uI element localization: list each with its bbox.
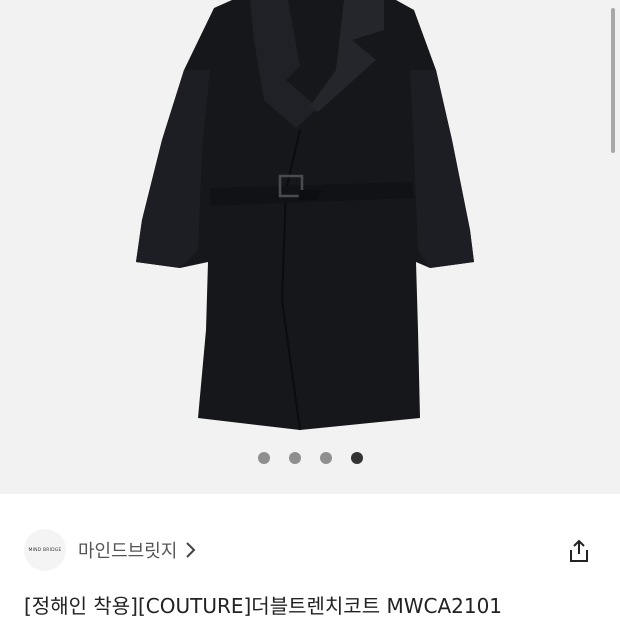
product-image-gallery[interactable]	[0, 0, 620, 494]
carousel-indicator	[0, 452, 620, 464]
carousel-dot-active[interactable]	[350, 452, 363, 464]
share-icon[interactable]	[566, 538, 592, 568]
carousel-dot[interactable]	[319, 452, 332, 464]
brand-logo[interactable]: MIND BRIDGE	[24, 529, 66, 571]
brand-row: MIND BRIDGE 마인드브릿지	[24, 528, 596, 572]
brand-name-link[interactable]: 마인드브릿지	[78, 537, 177, 563]
carousel-dot[interactable]	[257, 452, 270, 464]
brand-logo-text: MIND BRIDGE	[28, 547, 62, 553]
scrollbar[interactable]	[611, 8, 615, 153]
chevron-right-icon[interactable]	[185, 541, 197, 559]
carousel-dot[interactable]	[288, 452, 301, 464]
product-title: [정해인 착용][COUTURE]더블트렌치코트 MWCA2101	[24, 594, 503, 618]
product-image[interactable]	[0, 0, 620, 494]
